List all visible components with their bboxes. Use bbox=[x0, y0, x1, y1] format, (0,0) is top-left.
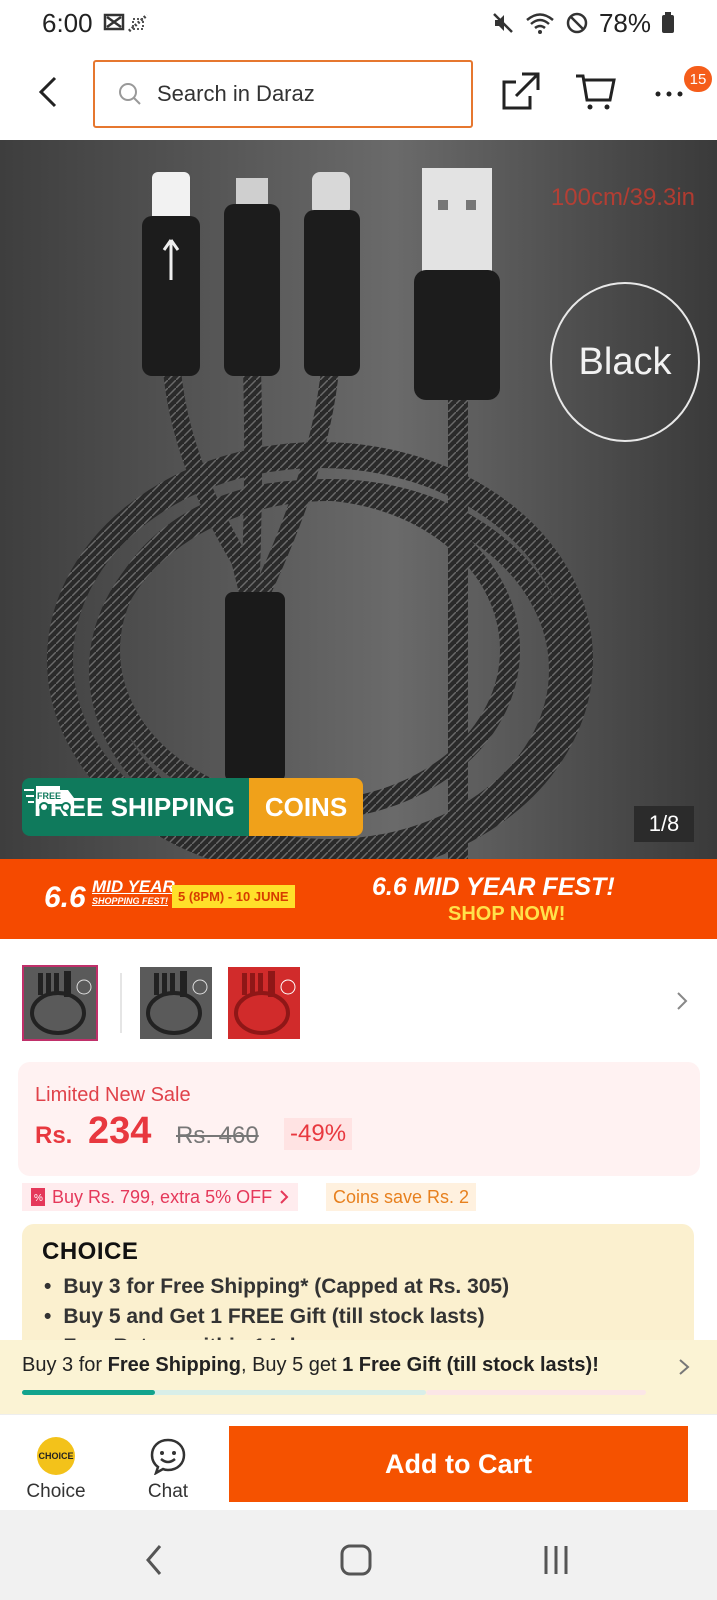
nav-back-icon bbox=[146, 1545, 162, 1575]
nav-recents-button[interactable] bbox=[536, 1540, 576, 1580]
chat-tab-label: Chat bbox=[147, 1481, 189, 1502]
nav-home-button[interactable] bbox=[336, 1540, 376, 1580]
delivery-truck-icon: FREE bbox=[24, 786, 74, 812]
wifi-icon bbox=[526, 13, 554, 34]
strip-middle: , Buy 5 get bbox=[240, 1354, 343, 1376]
voucher-chip[interactable]: % Buy Rs. 799, extra 5% OFF bbox=[22, 1183, 299, 1211]
image-counter: 1/8 bbox=[634, 806, 694, 842]
thumb-image-3 bbox=[228, 967, 300, 1039]
price-currency: Rs. bbox=[35, 1122, 73, 1149]
status-right: 78% bbox=[491, 8, 675, 39]
share-button[interactable] bbox=[500, 70, 542, 112]
choice-tab[interactable]: CHOICE Choice bbox=[22, 1437, 90, 1503]
chevron-right-icon bbox=[679, 1359, 690, 1375]
current-price: 234 bbox=[88, 1110, 152, 1152]
thumb-red-cable[interactable] bbox=[228, 967, 300, 1039]
strip-chevron bbox=[676, 1356, 692, 1378]
progress-fill bbox=[22, 1390, 156, 1395]
cable-illustration bbox=[47, 168, 593, 859]
nav-recents-icon bbox=[544, 1546, 568, 1574]
back-button[interactable] bbox=[30, 72, 66, 112]
header: Search in Daraz 15 bbox=[0, 46, 717, 140]
battery-icon bbox=[662, 12, 674, 33]
coins-section: COINS bbox=[248, 778, 364, 836]
svg-text:%: % bbox=[34, 1193, 43, 1204]
voucher-icon: % bbox=[31, 1188, 45, 1206]
price-card: Limited New Sale Rs. 234 Rs. 460 -49% bbox=[18, 1062, 700, 1176]
search-input[interactable]: Search in Daraz bbox=[93, 60, 473, 128]
discount-badge: -49% bbox=[284, 1118, 353, 1150]
choice-logo: CHOICE bbox=[42, 1238, 139, 1265]
promo-logo-subtitle: SHOPPING FEST! bbox=[92, 896, 169, 906]
chevron-right-icon bbox=[280, 1190, 289, 1204]
more-dots-icon bbox=[655, 91, 683, 97]
progress-track bbox=[22, 1390, 426, 1395]
choice-tab-label: Choice bbox=[26, 1481, 86, 1502]
progress-track-secondary bbox=[426, 1390, 646, 1395]
choice-benefit-item: Buy 5 and Get 1 FREE Gift (till stock la… bbox=[44, 1302, 509, 1332]
promo-headline: 6.6 MID YEAR FEST! bbox=[372, 873, 615, 901]
choice-benefits-card[interactable]: CHOICE Buy 3 for Free Shipping* (Capped … bbox=[22, 1224, 694, 1344]
cart-count-badge: 15 bbox=[684, 66, 712, 92]
thumb-black-cable[interactable] bbox=[22, 965, 98, 1041]
choice-benefit-item: Buy 3 for Free Shipping* (Capped at Rs. … bbox=[44, 1272, 509, 1302]
do-not-disturb-icon bbox=[566, 12, 588, 34]
chat-icon bbox=[150, 1438, 186, 1475]
cart-icon bbox=[576, 74, 616, 110]
promo-logo-number: 6.6 bbox=[44, 881, 86, 914]
strip-prefix: Buy 3 for bbox=[22, 1354, 108, 1376]
nav-back-button[interactable] bbox=[136, 1540, 176, 1580]
shipping-strip-text: Buy 3 for Free Shipping, Buy 5 get 1 Fre… bbox=[22, 1354, 599, 1377]
free-shipping-section: FREE FREE SHIPPING bbox=[22, 778, 249, 836]
thumb-separator bbox=[120, 973, 122, 1033]
promo-cta: SHOP NOW! bbox=[448, 903, 566, 925]
chevron-left-icon bbox=[38, 76, 57, 108]
coins-save-chip: Coins save Rs. 2 bbox=[326, 1183, 477, 1211]
free-tag: FREE bbox=[37, 791, 61, 801]
strip-free-gift: 1 Free Gift (till stock lasts)! bbox=[342, 1354, 599, 1376]
chat-tab[interactable]: Chat bbox=[140, 1437, 196, 1503]
mid-year-fest-banner[interactable]: 6.6 MID YEAR SHOPPING FEST! 5 (8PM) - 10… bbox=[0, 859, 717, 939]
thumb-image-1 bbox=[24, 967, 96, 1039]
search-icon bbox=[119, 83, 141, 105]
status-left: 6:00 bbox=[42, 8, 151, 39]
status-time: 6:00 bbox=[42, 7, 93, 38]
choice-benefit-list: Buy 3 for Free Shipping* (Capped at Rs. … bbox=[44, 1272, 509, 1344]
battery-percent: 78% bbox=[598, 7, 651, 38]
thumb-black-cable-alt[interactable] bbox=[140, 967, 212, 1039]
bottom-action-bar: CHOICE Choice Chat Add to Cart bbox=[0, 1414, 717, 1510]
color-label: Black bbox=[550, 282, 700, 442]
nav-home-icon bbox=[340, 1544, 372, 1576]
promo-date-range: 5 (8PM) - 10 JUNE bbox=[172, 885, 295, 908]
share-icon bbox=[502, 72, 540, 110]
system-navigation-bar bbox=[0, 1510, 717, 1600]
promo-logo-text: MID YEAR SHOPPING FEST! bbox=[92, 877, 175, 909]
free-shipping-banner: FREE FREE SHIPPING COINS bbox=[22, 778, 364, 836]
strip-free-shipping: Free Shipping bbox=[107, 1354, 241, 1376]
chevron-right-icon bbox=[677, 992, 688, 1010]
search-placeholder: Search in Daraz bbox=[157, 81, 315, 106]
thumbnail-strip bbox=[0, 939, 717, 1056]
status-bar: 6:00 78% bbox=[0, 0, 717, 46]
promo-logo-title: MID YEAR bbox=[92, 877, 175, 896]
sale-label: Limited New Sale bbox=[35, 1084, 191, 1106]
thumbnails-next-button[interactable] bbox=[672, 989, 692, 1013]
thumb-image-2 bbox=[140, 967, 212, 1039]
shipping-progress-strip[interactable]: Buy 3 for Free Shipping, Buy 5 get 1 Fre… bbox=[0, 1340, 717, 1414]
notification-icons bbox=[103, 13, 148, 33]
mute-icon bbox=[493, 13, 513, 33]
length-label: 100cm/39.3in bbox=[550, 184, 695, 211]
original-price: Rs. 460 bbox=[176, 1122, 259, 1149]
cart-button[interactable] bbox=[574, 70, 618, 112]
choice-coin-icon: CHOICE bbox=[37, 1437, 75, 1475]
voucher-text: Buy Rs. 799, extra 5% OFF bbox=[52, 1186, 273, 1207]
product-image[interactable]: 100cm/39.3in Black FREE FREE SHIPPING CO… bbox=[0, 140, 717, 859]
add-to-cart-button[interactable]: Add to Cart bbox=[229, 1426, 688, 1502]
